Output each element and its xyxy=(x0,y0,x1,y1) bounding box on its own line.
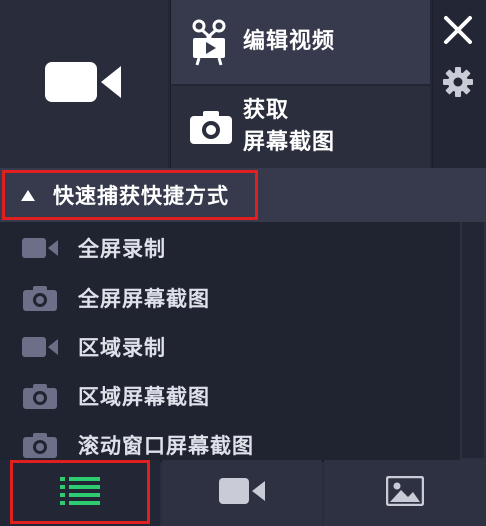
scrollbar-thumb[interactable] xyxy=(462,222,484,458)
collapse-arrow-icon xyxy=(21,189,35,201)
gear-icon[interactable] xyxy=(440,62,476,102)
film-edit-icon xyxy=(181,18,241,66)
tab-video[interactable] xyxy=(162,460,322,526)
camera-icon xyxy=(181,110,241,144)
list-item[interactable]: 区域屏幕截图 xyxy=(0,371,460,421)
capture-screenshot-button[interactable]: 获取 屏幕截图 xyxy=(170,86,430,168)
close-icon[interactable] xyxy=(438,10,478,50)
image-icon xyxy=(385,475,425,510)
screenshot-label-line1: 获取 xyxy=(243,98,290,123)
camera-icon xyxy=(20,381,60,411)
video-camera-icon xyxy=(20,332,60,362)
record-button[interactable] xyxy=(0,0,168,168)
edit-video-button[interactable]: 编辑视频 xyxy=(170,0,430,84)
video-camera-icon xyxy=(219,477,265,509)
shortcut-list: 全屏录制 全屏屏幕截图 区域录制 区域屏幕截图 滚动窗口屏幕截图 xyxy=(0,222,460,460)
screenshot-label-line2: 屏幕截图 xyxy=(243,130,336,155)
tab-list-highlight xyxy=(10,460,150,524)
list-item[interactable]: 区域录制 xyxy=(0,322,460,372)
tab-image[interactable] xyxy=(324,460,486,526)
list-item[interactable]: 全屏屏幕截图 xyxy=(0,273,460,323)
list-item-label: 区域屏幕截图 xyxy=(78,385,210,409)
list-item[interactable]: 全屏录制 xyxy=(0,223,460,273)
list-item[interactable]: 滚动窗口屏幕截图 xyxy=(0,420,460,460)
list-item-label: 滚动窗口屏幕截图 xyxy=(78,434,254,458)
section-header-highlight[interactable]: 快速捕获快捷方式 xyxy=(2,170,258,220)
video-camera-icon xyxy=(45,60,123,108)
video-camera-icon xyxy=(20,233,60,263)
section-title: 快速捕获快捷方式 xyxy=(53,184,229,208)
list-item-label: 全屏屏幕截图 xyxy=(78,287,210,311)
camera-icon xyxy=(20,430,60,460)
camera-icon xyxy=(20,283,60,313)
list-item-label: 区域录制 xyxy=(78,336,166,360)
list-item-label: 全屏录制 xyxy=(78,237,166,261)
edit-video-label: 编辑视频 xyxy=(243,29,336,54)
